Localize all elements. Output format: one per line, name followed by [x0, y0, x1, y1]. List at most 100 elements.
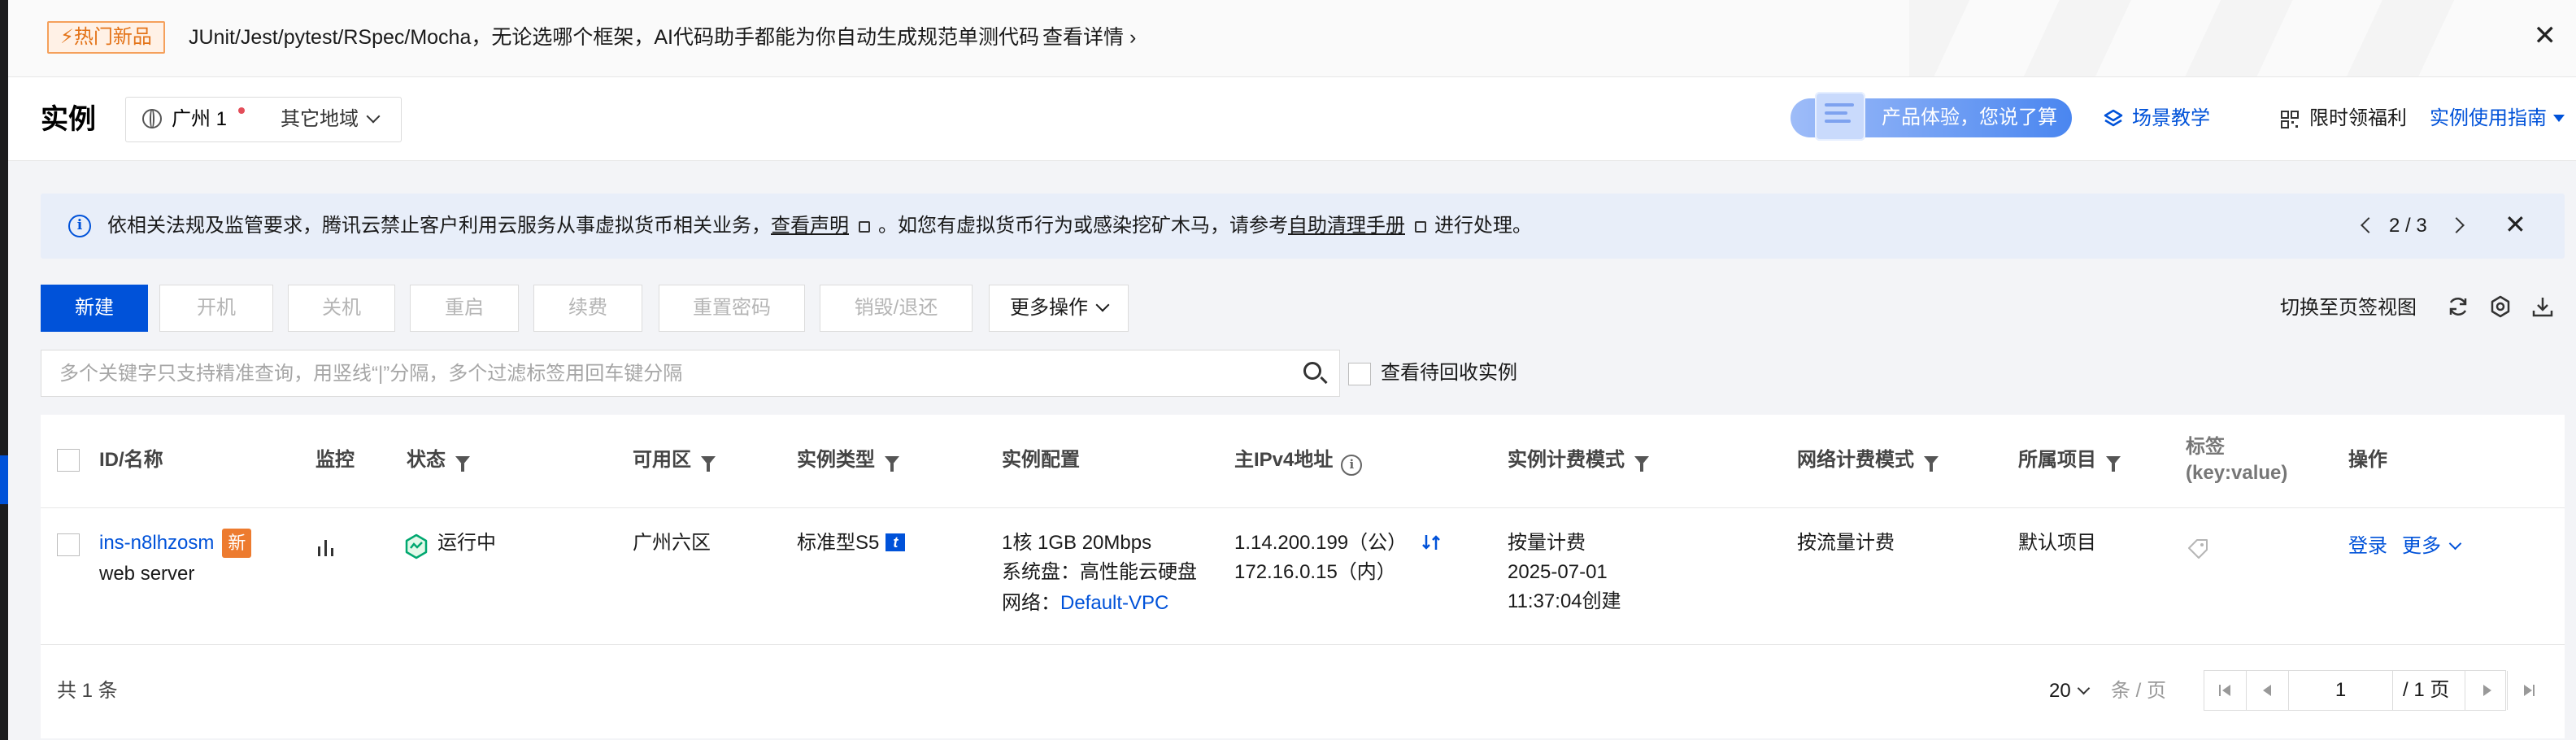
more-actions-dropdown[interactable]: 更多操作 [989, 285, 1129, 332]
filter-icon[interactable] [455, 456, 470, 472]
recycle-instances-checkbox[interactable] [1348, 363, 1371, 385]
header-tag-line1: 标签 [2186, 436, 2225, 458]
instance-search-box[interactable] [41, 350, 1340, 398]
instance-id-link[interactable]: ins-n8lhzosm [99, 532, 214, 554]
public-ip: 1.14.200.199（公） [1234, 532, 1408, 554]
total-count: 共 1 条 [57, 680, 118, 702]
filter-icon[interactable] [1634, 456, 1649, 472]
filter-icon[interactable] [1924, 456, 1939, 472]
project-cell: 默认项目 [2018, 532, 2096, 554]
more-ops-label: 更多 [2402, 535, 2441, 557]
header-instance-type[interactable]: 实例类型 [797, 447, 899, 473]
limited-benefit-link[interactable]: 限时领福利 [2309, 107, 2407, 131]
refresh-icon[interactable] [2446, 294, 2470, 319]
header-status[interactable]: 状态 [407, 447, 470, 473]
private-ip: 172.16.0.15（内） [1234, 561, 1396, 583]
exchange-icon[interactable] [1421, 532, 1442, 553]
page-size-select[interactable]: 20 [2049, 678, 2090, 704]
shutdown-button[interactable]: 关机 [288, 285, 395, 332]
region-selector[interactable]: 广州 1 其它地域 [125, 97, 402, 142]
filter-icon[interactable] [2106, 456, 2121, 472]
row-checkbox[interactable] [57, 533, 80, 556]
more-ops-dropdown[interactable]: 更多 [2402, 535, 2462, 557]
usage-guide-dropdown[interactable]: 实例使用指南 [2430, 107, 2565, 131]
feedback-button[interactable]: 产品体验，您说了算 [1791, 92, 2072, 141]
page-number-input[interactable] [2289, 671, 2393, 710]
promo-close-button[interactable]: ✕ [2534, 20, 2557, 52]
header-id-name: ID/名称 [99, 449, 163, 471]
billing-mode: 按量计费 [1508, 532, 1586, 554]
current-region[interactable]: 广州 1 [172, 107, 227, 132]
select-all-checkbox[interactable] [57, 449, 80, 472]
header-tag-line2: (key:value) [2186, 462, 2288, 484]
header-config: 实例配置 [1002, 449, 1080, 471]
network-label: 网络： [1002, 592, 1060, 614]
renew-button[interactable]: 续费 [533, 285, 642, 332]
next-page-button[interactable] [2465, 671, 2507, 710]
chevron-down-icon [1095, 298, 1110, 312]
ops-cell: 登录 更多 [2348, 532, 2462, 561]
restart-button[interactable]: 重启 [410, 285, 519, 332]
chevron-down-icon [2077, 681, 2090, 695]
config-disk: 系统盘：高性能云硬盘 [1002, 561, 1197, 583]
gear-icon[interactable] [2488, 294, 2513, 319]
statement-link[interactable]: 查看声明 [771, 215, 849, 237]
filter-icon[interactable] [885, 456, 899, 472]
created-date: 2025-07-01 [1508, 561, 1608, 583]
promo-detail-link[interactable]: 查看详情 › [1042, 23, 1136, 52]
last-page-icon [2524, 685, 2532, 696]
total-pages: / 1 页 [2403, 679, 2450, 701]
pagination: / 1 页 [2204, 670, 2535, 711]
notice-close-button[interactable]: ✕ [2504, 208, 2526, 241]
tag-icon[interactable] [2186, 537, 2210, 561]
running-status-icon [405, 533, 428, 559]
download-icon[interactable] [2530, 294, 2555, 319]
switch-tab-view-link[interactable]: 切换至页签视图 [2280, 296, 2417, 320]
net-billing-mode: 按流量计费 [1797, 532, 1895, 554]
notice-page-indicator: 2 / 3 [2389, 215, 2427, 237]
first-page-button[interactable] [2204, 671, 2247, 710]
header-billing-label: 实例计费模式 [1508, 449, 1625, 471]
last-page-button[interactable] [2507, 671, 2549, 710]
destroy-return-button[interactable]: 销毁/退还 [820, 285, 973, 332]
notice-part3: 进行处理。 [1434, 215, 1532, 237]
header-monitor: 监控 [315, 449, 355, 471]
prev-page-button[interactable] [2247, 671, 2289, 710]
login-link[interactable]: 登录 [2348, 535, 2387, 557]
search-icon[interactable] [1303, 362, 1321, 380]
compliance-notice: i 依相关法规及监管要求，腾讯云禁止客户利用云服务从事虚拟货币相关业务，查看声明… [41, 194, 2565, 259]
header-project-label: 所属项目 [2018, 449, 2096, 471]
header-ipv4-label: 主IPv4地址 [1234, 449, 1334, 471]
next-page-icon [2483, 685, 2491, 696]
header-zone[interactable]: 可用区 [633, 447, 716, 473]
caret-down-icon [2553, 115, 2565, 122]
other-region-label: 其它地域 [281, 108, 359, 130]
vpc-link[interactable]: Default-VPC [1060, 592, 1168, 614]
new-instance-button[interactable]: 新建 [41, 285, 148, 332]
info-icon: i [68, 215, 91, 237]
reset-password-button[interactable]: 重置密码 [659, 285, 805, 332]
other-region-dropdown[interactable]: 其它地域 [281, 107, 381, 132]
info-icon[interactable]: i [1341, 455, 1363, 476]
monitor-chart-icon[interactable] [315, 537, 337, 558]
left-edge-active-marker [0, 455, 8, 504]
start-button[interactable]: 开机 [159, 285, 273, 332]
header-billing[interactable]: 实例计费模式 [1508, 447, 1649, 473]
promo-decoration [1909, 0, 2478, 76]
cleanup-manual-link[interactable]: 自助清理手册 [1288, 215, 1405, 237]
new-badge: 新 [222, 529, 252, 558]
config-spec: 1核 1GB 20Mbps [1002, 532, 1152, 554]
scene-teaching-link[interactable]: 场景教学 [2132, 107, 2210, 131]
promo-banner: ⚡热门新品 JUnit/Jest/pytest/RSpec/Mocha，无论选哪… [8, 0, 2576, 77]
search-input[interactable] [58, 350, 1264, 398]
feedback-label: 产品体验，您说了算 [1882, 107, 2057, 128]
left-edge-strip [0, 0, 8, 740]
notice-prev-button[interactable] [2361, 217, 2377, 233]
header-net-billing[interactable]: 网络计费模式 [1797, 447, 1939, 473]
header-project[interactable]: 所属项目 [2018, 447, 2121, 473]
notice-next-button[interactable] [2448, 217, 2465, 233]
instance-table: ID/名称 监控 状态 可用区 实例类型 实例配置 主IPv4地址 i 实例计费模… [41, 415, 2565, 738]
chevron-down-icon [2448, 537, 2462, 551]
type-badge: t [886, 533, 906, 551]
filter-icon[interactable] [701, 456, 716, 472]
